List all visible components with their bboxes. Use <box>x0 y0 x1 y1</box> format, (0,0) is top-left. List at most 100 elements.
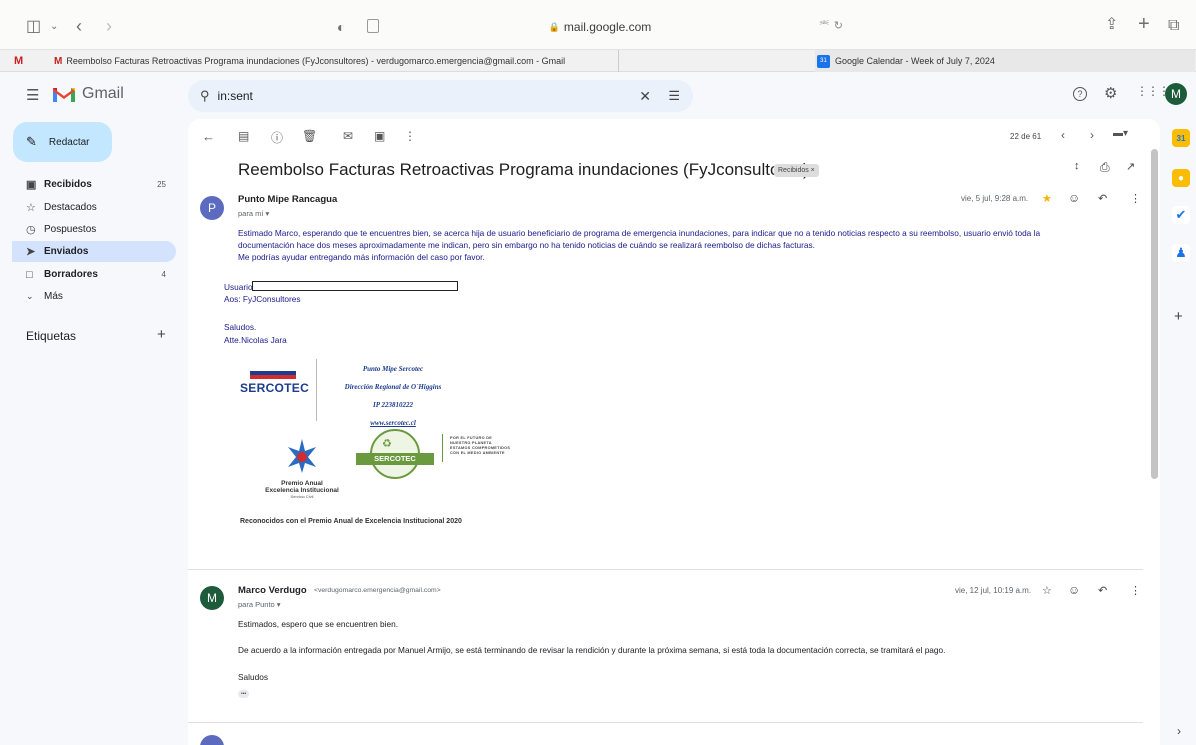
award-line: Excelencia Institucional <box>265 487 339 494</box>
newer-icon[interactable]: ‹ <box>1061 128 1065 142</box>
move-to-icon[interactable]: ▣ <box>374 129 385 143</box>
forward-icon[interactable]: › <box>106 16 112 36</box>
chevron-down-icon: ⌄ <box>26 291 34 301</box>
compose-button[interactable]: ✎ Redactar <box>13 122 112 162</box>
translate-icon[interactable]: ⎃ <box>820 19 829 32</box>
sidebar-toggle-icon[interactable]: ◫ <box>26 17 41 37</box>
tab-title: Google Calendar - Week of July 7, 2024 <box>835 56 995 66</box>
gmail-tab-favicon-icon: M <box>54 55 63 67</box>
next-message-avatar[interactable] <box>200 735 224 745</box>
reload-icon[interactable]: ↻ <box>834 19 843 32</box>
thread-subject: Reembolso Facturas Retroactivas Programa… <box>238 160 809 179</box>
delete-icon[interactable]: 🗑 <box>302 129 317 143</box>
expand-panel-icon[interactable]: › <box>1177 724 1181 738</box>
account-avatar[interactable]: M <box>1165 83 1187 105</box>
sig-line: Dirección Regional de O´Higgins <box>344 383 442 391</box>
nav-label: Destacados <box>44 202 97 213</box>
nav-item-snoozed[interactable]: ◷ Pospuestos <box>12 219 176 240</box>
lock-icon: 🔒 <box>548 21 560 32</box>
older-icon[interactable]: › <box>1090 128 1094 142</box>
search-input[interactable]: in:sent <box>218 89 253 103</box>
tab-calendar[interactable]: 31 Google Calendar - Week of July 7, 202… <box>815 50 1195 72</box>
contacts-icon[interactable]: ♟ <box>1172 244 1190 262</box>
emoji-react-icon[interactable]: ☺ <box>1068 583 1080 597</box>
tasks-icon[interactable]: ✔ <box>1172 206 1190 224</box>
body-line: Estimado Marco, esperando que te encuent… <box>238 228 1041 238</box>
body-line: Saludos <box>238 672 268 682</box>
print-icon[interactable]: ⎙ <box>1100 160 1110 175</box>
sercotec-logo: SERCOTEC <box>240 371 310 401</box>
back-icon[interactable]: ‹ <box>76 16 82 36</box>
clock-icon: ◷ <box>26 224 36 236</box>
badge-text: SERCOTEC <box>356 453 434 465</box>
usuario-label: Usuario <box>224 282 253 292</box>
more-options-icon[interactable]: ⋮ <box>404 129 416 143</box>
new-tab-icon[interactable]: + <box>1138 14 1150 34</box>
message-body: Estimado Marco, esperando que te encuent… <box>238 227 1108 263</box>
star-outline-icon[interactable]: ☆ <box>1042 584 1052 597</box>
search-icon[interactable]: ⚲ <box>200 88 210 104</box>
closing-text: Saludos. <box>224 322 257 332</box>
search-bar[interactable]: ⚲ in:sent ✕ ☰ <box>188 80 693 112</box>
pager-text: 22 de 61 <box>1010 132 1042 141</box>
planet-line: CON EL MEDIO AMBIENTE <box>450 451 505 455</box>
gmail-brand: Gmail <box>82 85 124 102</box>
reply-icon[interactable]: ↶ <box>1098 192 1107 205</box>
redacted-box <box>252 281 458 291</box>
input-tools-icon[interactable]: ▬▾ <box>1113 128 1128 139</box>
star-icon[interactable]: ★ <box>1042 192 1052 205</box>
address-bar[interactable]: 🔒 mail.google.com ⎃ ↻ <box>355 14 845 40</box>
message-more-icon[interactable]: ⋮ <box>1130 584 1141 597</box>
apps-grid-icon[interactable]: ⋮⋮⋮ <box>1136 84 1170 98</box>
back-to-list-icon[interactable]: ← <box>202 129 215 144</box>
nav-item-drafts[interactable]: □ Borradores 4 <box>12 264 176 285</box>
clear-search-icon[interactable]: ✕ <box>639 88 651 105</box>
open-new-window-icon[interactable]: ↗ <box>1126 160 1135 173</box>
calendar-icon[interactable]: 31 <box>1172 129 1190 147</box>
nav-label: Borradores <box>44 269 98 280</box>
gmail-favicon-icon: M <box>14 55 24 67</box>
sender-name[interactable]: Punto Mipe Rancagua <box>238 194 337 205</box>
report-spam-icon[interactable]: ⓘ <box>271 129 283 146</box>
nav-item-more[interactable]: ⌄ Más <box>12 286 176 307</box>
calendar-favicon-icon: 31 <box>817 54 830 68</box>
collapse-all-icon[interactable]: ↕ <box>1074 160 1080 172</box>
main-menu-icon[interactable]: ☰ <box>26 86 39 104</box>
sender-name[interactable]: Marco Verdugo <box>238 585 307 596</box>
privacy-shield-icon[interactable]: ◐ <box>337 17 345 37</box>
award-star-icon <box>288 439 316 473</box>
message-view: ← ▤ ⓘ 🗑 ✉ ▣ ⋮ 22 de 61 ‹ › ▬▾ Reembolso … <box>188 119 1160 745</box>
sercotec-logo-text: SERCOTEC <box>240 381 310 395</box>
message-more-icon[interactable]: ⋮ <box>1130 192 1141 205</box>
keep-icon[interactable]: ● <box>1172 169 1190 187</box>
nav-item-inbox[interactable]: ▣ Recibidos 25 <box>12 174 176 195</box>
nav-item-starred[interactable]: ☆ Destacados <box>12 197 176 218</box>
body-line: De acuerdo a la información entregada po… <box>238 645 946 655</box>
scrollbar-thumb[interactable] <box>1151 149 1158 479</box>
sender-avatar[interactable]: M <box>200 586 224 610</box>
chevron-down-icon[interactable]: ⌄ <box>50 17 58 37</box>
nav-item-sent[interactable]: ➤ Enviados <box>12 241 176 262</box>
archive-icon[interactable]: ▤ <box>238 129 249 143</box>
nav-label: Enviados <box>44 246 89 257</box>
tab-strip: M M Reembolso Facturas Retroactivas Prog… <box>0 50 1196 72</box>
mark-unread-icon[interactable]: ✉ <box>343 129 353 143</box>
recipient-line[interactable]: para mí ▾ <box>238 209 269 218</box>
aos-line: Aos: FyJConsultores <box>224 294 301 304</box>
recipient-line[interactable]: para Punto ▾ <box>238 600 281 609</box>
share-icon[interactable]: ⇪ <box>1105 15 1118 35</box>
show-trimmed-button[interactable]: ••• <box>238 690 250 698</box>
tabs-overview-icon[interactable]: ⧉ <box>1168 16 1179 36</box>
tab-gmail[interactable]: M M Reembolso Facturas Retroactivas Prog… <box>14 50 614 72</box>
add-addon-icon[interactable]: + <box>1174 308 1183 325</box>
search-options-icon[interactable]: ☰ <box>668 88 680 104</box>
sender-avatar[interactable]: P <box>200 196 224 220</box>
help-icon[interactable]: ? <box>1073 87 1087 101</box>
body-line: documentación hace dos meses aproximadam… <box>238 240 815 250</box>
nav-label: Más <box>44 291 63 302</box>
emoji-react-icon[interactable]: ☺ <box>1068 191 1080 205</box>
add-label-icon[interactable]: + <box>157 326 166 343</box>
reply-icon[interactable]: ↶ <box>1098 584 1107 597</box>
settings-gear-icon[interactable]: ⚙ <box>1104 84 1117 102</box>
label-chip[interactable]: Recibidos × <box>774 164 819 177</box>
